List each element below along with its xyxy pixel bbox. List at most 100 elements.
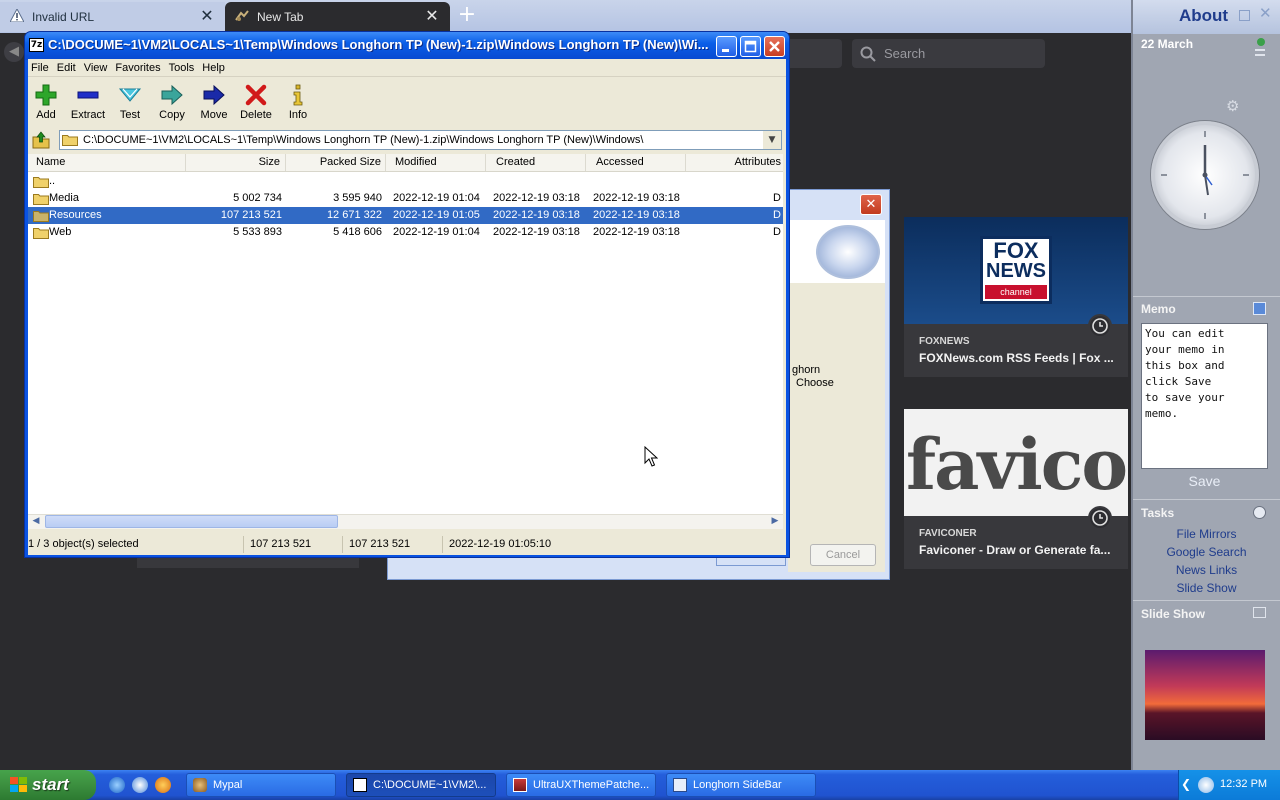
- close-tab-icon[interactable]: ✕: [199, 9, 215, 25]
- top-site-card-faviconer[interactable]: favico FAVICONER Faviconer - Draw or Gen…: [904, 409, 1128, 569]
- move-button[interactable]: Move: [193, 80, 235, 121]
- new-tab-plus-icon[interactable]: +: [456, 4, 478, 28]
- memo-icon[interactable]: [1253, 302, 1266, 315]
- menu-favorites[interactable]: Favorites: [115, 62, 166, 74]
- cell-packed-size: 3 595 940: [333, 192, 382, 204]
- analog-clock: [1151, 121, 1259, 229]
- sidebar-tools-icon[interactable]: [1253, 37, 1267, 59]
- add-button[interactable]: Add: [25, 80, 67, 121]
- task-news-links[interactable]: News Links: [1133, 563, 1280, 577]
- folder-icon: [33, 228, 49, 239]
- toolbar: Add Extract Test Copy Move Delete Info: [28, 80, 786, 126]
- taskbar-button-7zip[interactable]: C:\DOCUME~1\VM2\...: [346, 773, 496, 797]
- minimize-button[interactable]: [716, 36, 737, 57]
- top-site-card-foxnews[interactable]: FOX NEWS channel FOXNEWS FOXNews.com RSS…: [904, 217, 1128, 377]
- path-combobox[interactable]: C:\DOCUME~1\VM2\LOCALS~1\Temp\Windows Lo…: [59, 130, 782, 150]
- cell-attributes: D: [773, 209, 781, 221]
- chevron-down-icon[interactable]: ▼: [763, 131, 781, 149]
- taskbar-button-label: Longhorn SideBar: [693, 779, 782, 791]
- status-divider: [342, 536, 343, 553]
- clock-icon[interactable]: [1088, 506, 1112, 530]
- dialog-close-button[interactable]: ✕: [860, 194, 882, 215]
- menu-file[interactable]: File: [31, 62, 55, 74]
- back-arrow-icon[interactable]: ◀: [4, 42, 24, 62]
- sidebar-divider: [1133, 296, 1280, 297]
- slideshow-image[interactable]: [1145, 650, 1265, 740]
- delete-button[interactable]: Delete: [235, 80, 277, 121]
- tab-invalid-url[interactable]: Invalid URL ✕: [0, 2, 225, 32]
- menu-help[interactable]: Help: [202, 62, 231, 74]
- column-accessed[interactable]: Accessed: [586, 154, 686, 171]
- task-slide-show[interactable]: Slide Show: [1133, 581, 1280, 595]
- maximize-button[interactable]: [740, 36, 761, 57]
- extract-button[interactable]: Extract: [67, 80, 109, 121]
- search-icon: [860, 46, 876, 62]
- menu-view[interactable]: View: [84, 62, 114, 74]
- up-folder-button[interactable]: [31, 131, 51, 149]
- scroll-left-icon[interactable]: ◀: [29, 515, 43, 528]
- taskbar-button-mypal[interactable]: Mypal: [186, 773, 336, 797]
- cell-created: 2022-12-19 03:18: [493, 192, 580, 204]
- file-row[interactable]: ..: [28, 173, 783, 190]
- file-row[interactable]: Media 5 002 734 3 595 940 2022-12-19 01:04 2…: [28, 190, 783, 207]
- file-row[interactable]: Web 5 533 893 5 418 606 2022-12-19 01:04 202…: [28, 224, 783, 241]
- scroll-right-icon[interactable]: ▶: [768, 515, 782, 528]
- address-bar[interactable]: [790, 39, 842, 68]
- internet-explorer-icon[interactable]: [109, 777, 125, 793]
- memo-save-button[interactable]: Save: [1141, 473, 1268, 489]
- sidebar-close-icon[interactable]: ✕: [1259, 4, 1272, 22]
- taskbar-button-longhorn-sidebar[interactable]: Longhorn SideBar: [666, 773, 816, 797]
- cell-size: 5 533 893: [233, 226, 282, 238]
- mypal-icon: [193, 778, 207, 792]
- task-file-mirrors[interactable]: File Mirrors: [1133, 527, 1280, 541]
- cell-size: 5 002 734: [233, 192, 282, 204]
- status-modified: 2022-12-19 01:05:10: [449, 538, 552, 550]
- network-icon[interactable]: [1198, 777, 1214, 793]
- column-created[interactable]: Created: [486, 154, 586, 171]
- show-desktop-icon[interactable]: [132, 777, 148, 793]
- search-input[interactable]: Search: [852, 39, 1045, 68]
- test-button[interactable]: Test: [109, 80, 151, 121]
- slideshow-icon[interactable]: [1253, 607, 1266, 618]
- memo-textarea[interactable]: You can edit your memo in this box and c…: [1141, 323, 1268, 469]
- 7zip-app-icon[interactable]: 7z: [29, 38, 44, 52]
- tray-expand-icon[interactable]: ❮: [1181, 777, 1195, 793]
- file-row[interactable]: Resources 107 213 521 12 671 322 2022-12-19…: [28, 207, 783, 224]
- close-button[interactable]: [764, 36, 785, 57]
- column-modified[interactable]: Modified: [386, 154, 486, 171]
- cell-name: Resources: [49, 209, 102, 221]
- tasks-icon[interactable]: [1253, 506, 1266, 519]
- column-packed-size[interactable]: Packed Size: [286, 154, 386, 171]
- clock-icon[interactable]: [1088, 314, 1112, 338]
- folder-icon: [33, 211, 49, 222]
- copy-button[interactable]: Copy: [151, 80, 193, 121]
- taskbar-button-ultrauxthemepatcher[interactable]: UltraUXThemePatche...: [506, 773, 656, 797]
- tab-label: New Tab: [257, 10, 304, 24]
- info-icon: [293, 84, 303, 106]
- cell-created: 2022-12-19 03:18: [493, 209, 580, 221]
- task-google-search[interactable]: Google Search: [1133, 545, 1280, 559]
- media-player-icon[interactable]: [155, 777, 171, 793]
- cell-name: ..: [49, 175, 56, 187]
- tab-new-tab[interactable]: New Tab ✕: [225, 2, 450, 32]
- close-tab-icon[interactable]: ✕: [424, 9, 440, 25]
- dialog-ok-button[interactable]: [716, 558, 786, 566]
- slideshow-title: Slide Show: [1141, 607, 1206, 621]
- sidebar-title[interactable]: About: [1179, 6, 1228, 26]
- status-divider: [243, 536, 244, 553]
- dialog-cancel-button[interactable]: Cancel: [810, 544, 876, 566]
- column-size[interactable]: Size: [186, 154, 286, 171]
- status-bar: 1 / 3 object(s) selected 107 213 521 107…: [28, 534, 786, 555]
- scrollbar-thumb[interactable]: [45, 515, 338, 528]
- menu-edit[interactable]: Edit: [57, 62, 82, 74]
- column-name[interactable]: Name: [28, 154, 186, 171]
- cell-attributes: D: [773, 226, 781, 238]
- column-attributes[interactable]: Attributes: [686, 154, 783, 171]
- sidebar-restore-icon[interactable]: [1239, 10, 1250, 21]
- menu-tools[interactable]: Tools: [169, 62, 201, 74]
- tray-clock[interactable]: 12:32 PM: [1220, 778, 1267, 790]
- cell-accessed: 2022-12-19 03:18: [593, 226, 680, 238]
- info-button[interactable]: Info: [277, 80, 319, 121]
- gear-icon[interactable]: ⚙: [1226, 97, 1239, 115]
- logo-text-channel: channel: [985, 285, 1047, 299]
